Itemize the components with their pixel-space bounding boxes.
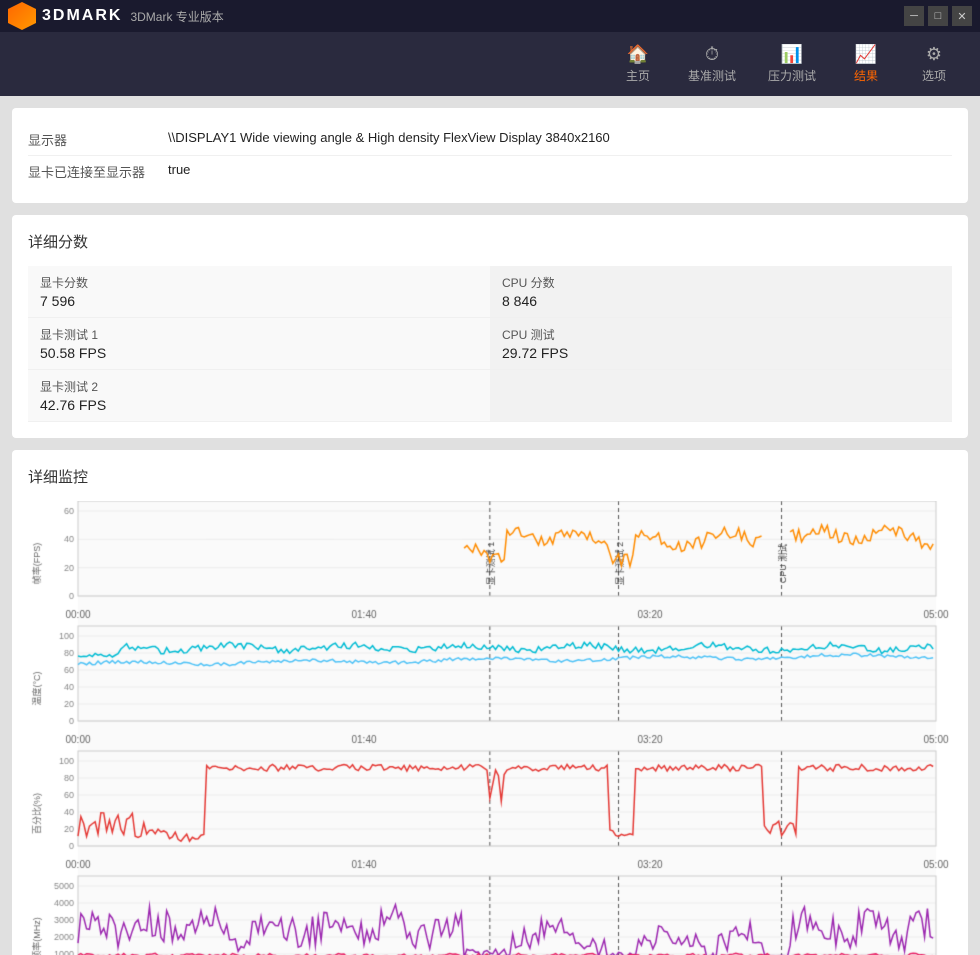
gpu-connected-label: 显卡已连接至显示器 — [28, 162, 168, 181]
nav-home-label: 主页 — [626, 67, 650, 84]
window-title: 3DMark 专业版本 — [130, 8, 223, 25]
titlebar-controls: ─ □ ✕ — [904, 6, 972, 26]
scores-section: 详细分数 显卡分数 7 596 CPU 分数 8 846 显卡测试 1 50.5… — [12, 215, 968, 438]
gpu-connected-row: 显卡已连接至显示器 true — [28, 156, 952, 187]
gpu-test2-cell: 显卡测试 2 42.76 FPS — [28, 370, 490, 422]
nav-stress-label: 压力测试 — [768, 67, 816, 84]
nav-results[interactable]: 📈 结果 — [836, 36, 896, 92]
empty-cell — [490, 370, 952, 422]
nav-benchmark-label: 基准测试 — [688, 67, 736, 84]
gpu-test2-label: 显卡测试 2 — [40, 378, 478, 395]
close-button[interactable]: ✕ — [952, 6, 972, 26]
gpu-score-value: 7 596 — [40, 293, 478, 309]
logo-icon — [8, 2, 36, 30]
gpu-test1-cell: 显卡测试 1 50.58 FPS — [28, 318, 490, 370]
titlebar: 3DMARK 3DMark 专业版本 ─ □ ✕ — [0, 0, 980, 32]
benchmark-icon: ⏱ — [705, 44, 719, 65]
gpu-score-label: 显卡分数 — [40, 274, 478, 291]
scores-grid: 显卡分数 7 596 CPU 分数 8 846 显卡测试 1 50.58 FPS… — [28, 266, 952, 422]
display-label: 显示器 — [28, 130, 168, 149]
gpu-score-cell: 显卡分数 7 596 — [28, 266, 490, 318]
gpu-connected-value: true — [168, 162, 190, 177]
gpu-test1-value: 50.58 FPS — [40, 345, 478, 361]
cpu-test-label: CPU 测试 — [502, 326, 940, 343]
system-info-section: 显示器 \\DISPLAY1 Wide viewing angle & High… — [12, 108, 968, 203]
nav-home[interactable]: 🏠 主页 — [608, 36, 668, 92]
monitoring-title: 详细监控 — [28, 466, 952, 487]
content-area: 显示器 \\DISPLAY1 Wide viewing angle & High… — [0, 96, 980, 955]
nav-results-label: 结果 — [854, 67, 878, 84]
charts-container — [28, 501, 952, 955]
nav-items: 🏠 主页 ⏱ 基准测试 📊 压力测试 📈 结果 ⚙ 选项 — [608, 36, 964, 92]
cpu-score-label: CPU 分数 — [502, 274, 940, 291]
nav-options-label: 选项 — [922, 67, 946, 84]
minimize-button[interactable]: ─ — [904, 6, 924, 26]
nav-benchmark[interactable]: ⏱ 基准测试 — [676, 36, 748, 92]
results-icon: 📈 — [855, 44, 877, 65]
titlebar-left: 3DMARK 3DMark 专业版本 — [8, 2, 224, 30]
navbar: 🏠 主页 ⏱ 基准测试 📊 压力测试 📈 结果 ⚙ 选项 — [0, 32, 980, 96]
app-logo: 3DMARK — [8, 2, 122, 30]
monitoring-section: 详细监控 帧率 (FPS) CPU 温度 (°C) GPU 温度 (°C) — [12, 450, 968, 955]
nav-stress[interactable]: 📊 压力测试 — [756, 36, 828, 92]
logo-text: 3DMARK — [42, 7, 122, 25]
maximize-button[interactable]: □ — [928, 6, 948, 26]
gpu-test1-label: 显卡测试 1 — [40, 326, 478, 343]
display-info-row: 显示器 \\DISPLAY1 Wide viewing angle & High… — [28, 124, 952, 156]
scores-title: 详细分数 — [28, 231, 952, 252]
main-window: 3DMARK 3DMark 专业版本 ─ □ ✕ 🏠 主页 ⏱ 基准测试 📊 压… — [0, 0, 980, 955]
cpu-test-value: 29.72 FPS — [502, 345, 940, 361]
nav-options[interactable]: ⚙ 选项 — [904, 36, 964, 92]
home-icon: 🏠 — [627, 44, 649, 65]
display-value: \\DISPLAY1 Wide viewing angle & High den… — [168, 130, 610, 145]
cpu-score-value: 8 846 — [502, 293, 940, 309]
cpu-score-cell: CPU 分数 8 846 — [490, 266, 952, 318]
gpu-test2-value: 42.76 FPS — [40, 397, 478, 413]
monitoring-chart — [28, 501, 956, 955]
stress-icon: 📊 — [781, 44, 803, 65]
cpu-test-cell: CPU 测试 29.72 FPS — [490, 318, 952, 370]
options-icon: ⚙ — [926, 44, 942, 65]
